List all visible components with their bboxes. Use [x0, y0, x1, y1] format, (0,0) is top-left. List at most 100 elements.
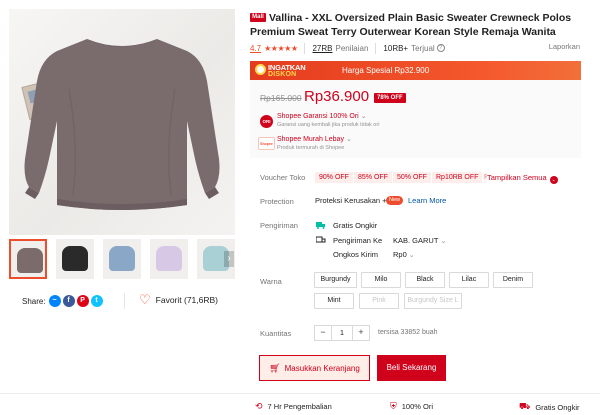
color-option-burgundy-size-l: Burgundy Size L [404, 293, 462, 309]
divider [375, 42, 377, 54]
shopee-icon: Shopee [258, 137, 275, 150]
thumbnail-1[interactable] [9, 239, 47, 279]
reviews-count[interactable]: 27RB [312, 44, 332, 53]
free-ship-text: Gratis Ongkir [535, 402, 580, 412]
color-label: Warna [260, 277, 282, 286]
ori-text: 100% Ori [401, 402, 434, 411]
color-option-black[interactable]: Black [405, 272, 445, 288]
ship-to-value: KAB. GARUT [393, 236, 439, 245]
favorite-button[interactable]: ♡ Favorit (71,6RB) [139, 292, 219, 307]
thumbnail-swatch [17, 248, 43, 273]
divider [304, 42, 306, 54]
pinterest-icon[interactable]: P [76, 295, 89, 307]
truck-icon [316, 236, 326, 243]
ingatkan-diskon-logo: INGATKAN DISKON [255, 63, 317, 78]
return-icon: ⟲ [255, 401, 263, 411]
logo-line-2: DISKON [268, 70, 297, 78]
new-badge: New [386, 196, 404, 205]
shipping-cost[interactable]: Rp0 ⌄ [393, 250, 415, 259]
buy-now-button[interactable]: Beli Sekarang [377, 355, 446, 381]
color-option-denim[interactable]: Denim [493, 272, 533, 288]
increase-quantity-button[interactable]: + [353, 326, 369, 340]
shipping-cost-label: Ongkos Kirim [333, 250, 379, 259]
chevron-down-icon: ⌄ [408, 252, 415, 259]
rating-row: 4.7 ★★★★★ 27RB Penilaian 10RB+ Terjual ? [250, 42, 580, 54]
thumbnail-3[interactable] [103, 239, 141, 279]
color-option-burgundy[interactable]: Burgundy [314, 272, 357, 288]
main-product-image[interactable] [9, 9, 235, 235]
guarantee-title-text: Shopee Garansi 100% Ori [277, 113, 359, 120]
product-page: › Share: ~ f P t ♡ Favorit (71,6RB) Mall… [0, 0, 600, 415]
star-rating-icon: ★★★★★ [264, 43, 298, 53]
favorite-label: Favorit (71,6RB) [155, 295, 219, 305]
shipping-label: Pengiriman [260, 221, 298, 230]
quantity-input[interactable]: 1 [331, 326, 353, 340]
discount-badge: 78% OFF [374, 93, 406, 103]
messenger-icon[interactable]: ~ [48, 295, 61, 307]
color-option-pink: Pink [359, 293, 399, 309]
chevron-right-icon[interactable]: › [224, 251, 234, 267]
color-option-lilac[interactable]: Lilac [449, 272, 489, 288]
thumbnail-2[interactable] [56, 239, 94, 279]
footer-divider [0, 393, 600, 394]
divider [124, 293, 125, 309]
voucher-chip[interactable]: Rp10RB OFF [432, 172, 483, 183]
heart-icon: ♡ [139, 292, 151, 307]
thumbnail-swatch [156, 246, 182, 271]
ori-guarantee-icon: ORI [260, 115, 273, 128]
info-icon[interactable]: ? [436, 44, 445, 52]
cart-icon: 🛒︎ [269, 363, 281, 373]
original-price: Rp165.000 [260, 93, 302, 103]
thumbnail-4[interactable] [150, 239, 188, 279]
sweater-illustration [24, 39, 220, 210]
thumbnail-swatch [109, 246, 135, 271]
quantity-stepper: − 1 + [314, 325, 370, 341]
price-section: Rp165.000 Rp36.900 78% OFF ORI Shopee Ga… [250, 80, 581, 158]
ship-to-selector[interactable]: KAB. GARUT ⌄ [393, 236, 446, 245]
chevron-down-icon: ⌄ [549, 176, 558, 184]
thumbnail-swatch [62, 246, 88, 271]
free-shipping-icon [316, 222, 325, 229]
report-link[interactable]: Laporkan [549, 42, 580, 51]
quantity-label: Kuantitas [260, 329, 292, 338]
rating-value[interactable]: 4.7 [250, 44, 261, 53]
color-option-mint[interactable]: Mint [314, 293, 354, 309]
share-label: Share: [22, 296, 46, 306]
murah-lebay-title[interactable]: Shopee Murah Lebay ⌄ [277, 135, 352, 143]
add-to-cart-label: Masukkan Keranjang [284, 364, 360, 373]
guarantee-subtitle: Garansi uang kembali jika produk tidak o… [277, 122, 380, 128]
protection-value: Proteksi Kerusakan + [315, 196, 387, 205]
show-all-label: Tampilkan Semua [487, 173, 547, 182]
truck-icon: ⛟ [519, 401, 531, 411]
stock-remaining: tersisa 33852 buah [378, 329, 438, 336]
facebook-icon[interactable]: f [62, 295, 75, 307]
decrease-quantity-button[interactable]: − [315, 326, 331, 340]
sold-count: 10RB+ [383, 43, 409, 53]
current-price: Rp36.900 [304, 88, 370, 105]
flash-sale-banner: INGATKAN DISKON Harga Spesial Rp32.900 [250, 61, 581, 80]
color-option-milo[interactable]: Milo [361, 272, 401, 288]
voucher-chip[interactable]: 90% OFF [315, 172, 353, 183]
guarantee-title[interactable]: Shopee Garansi 100% Ori ⌄ [277, 112, 367, 120]
twitter-icon[interactable]: t [90, 295, 103, 307]
voucher-label: Voucher Toko [260, 173, 306, 182]
show-all-vouchers[interactable]: Tampilkan Semua ⌄ [487, 172, 558, 184]
ori-guarantee: ⛨ 100% Ori [390, 401, 433, 412]
murah-lebay-title-text: Shopee Murah Lebay [277, 136, 344, 143]
special-price: Harga Spesial Rp32.900 [342, 66, 430, 75]
chevron-down-icon: ⌄ [360, 113, 367, 120]
learn-more-link[interactable]: Learn More [408, 196, 446, 205]
add-to-cart-button[interactable]: 🛒︎ Masukkan Keranjang [259, 355, 370, 381]
shield-icon: ⛨ [390, 401, 397, 411]
return-text: 7 Hr Pengembalian [267, 402, 332, 411]
shipping-cost-value: Rp0 [393, 250, 407, 259]
chevron-down-icon: ⌄ [345, 136, 352, 143]
voucher-chip[interactable]: 50% OFF [393, 172, 431, 183]
sold-label: Terjual [411, 43, 435, 53]
voucher-chip[interactable]: 85% OFF [354, 172, 392, 183]
free-shipping-footer: ⛟ Gratis Ongkir [519, 401, 580, 413]
free-shipping-text: Gratis Ongkir [333, 221, 378, 230]
share-row: Share: ~ f P t [22, 294, 105, 308]
product-title: Vallina - XXL Oversized Plain Basic Swea… [250, 12, 572, 38]
chevron-down-icon: ⌄ [440, 238, 447, 245]
